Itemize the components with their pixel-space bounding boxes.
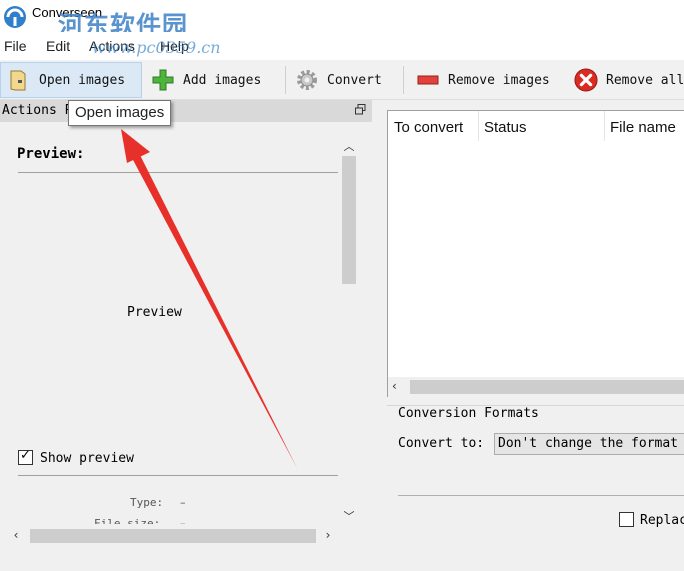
remove-images-button[interactable]: Remove images xyxy=(416,62,566,98)
minus-icon xyxy=(416,68,440,92)
open-images-label: Open images xyxy=(39,72,126,88)
show-preview-checkbox[interactable]: ✓ xyxy=(18,448,33,465)
remove-all-x-icon xyxy=(574,68,598,92)
replace-checkbox[interactable] xyxy=(619,512,634,527)
chevron-right-icon[interactable]: › xyxy=(320,528,336,542)
title-bar: Converseen 河东软件园 xyxy=(0,0,684,40)
remove-all-label: Remove all xyxy=(606,72,684,88)
file-size-label: File size: xyxy=(94,517,161,524)
scrollbar-thumb[interactable] xyxy=(410,380,684,394)
type-label: Type: xyxy=(130,496,164,509)
replace-label: Replac xyxy=(640,513,684,528)
toolbar: Open images Add images Convert Remove im… xyxy=(0,60,684,100)
preview-placeholder: Preview xyxy=(127,305,182,320)
divider xyxy=(18,172,338,173)
dock-float-icon[interactable] xyxy=(355,104,366,115)
preview-vertical-scrollbar[interactable]: ︿ ﹀ xyxy=(340,136,358,524)
add-images-button[interactable]: Add images xyxy=(151,62,277,98)
column-header-to-convert[interactable]: To convert xyxy=(394,119,463,136)
gear-icon xyxy=(295,68,319,92)
watermark-url: www.pc0359.cn xyxy=(92,38,221,57)
chevron-down-icon[interactable]: ﹀ xyxy=(340,508,358,524)
open-images-button[interactable]: Open images xyxy=(0,62,142,98)
convert-button[interactable]: Convert xyxy=(295,62,395,98)
type-value: – xyxy=(180,496,186,509)
preview-heading: Preview: xyxy=(17,146,85,162)
toolbar-separator xyxy=(285,66,286,94)
format-select[interactable]: Don't change the format xyxy=(494,433,684,455)
chevron-up-icon[interactable]: ︿ xyxy=(340,138,358,154)
add-plus-icon xyxy=(151,68,175,92)
open-folder-icon xyxy=(7,68,31,92)
preview-horizontal-scrollbar[interactable]: ‹ › xyxy=(8,526,340,546)
column-separator xyxy=(478,111,479,141)
checkmark-icon: ✓ xyxy=(20,448,31,463)
remove-images-label: Remove images xyxy=(448,72,550,88)
convert-to-label: Convert to: xyxy=(398,436,485,451)
column-header-file-name[interactable]: File name xyxy=(610,119,676,136)
menu-file[interactable]: File xyxy=(4,38,27,54)
table-horizontal-scrollbar[interactable]: ‹ xyxy=(388,377,684,397)
divider xyxy=(18,475,338,476)
column-header-status[interactable]: Status xyxy=(484,119,527,136)
divider xyxy=(398,495,684,496)
scrollbar-thumb[interactable] xyxy=(30,529,316,543)
file-table[interactable]: To convert Status File name ‹ xyxy=(387,110,684,397)
conversion-formats-title: Conversion Formats xyxy=(395,406,542,421)
show-preview-label: Show preview xyxy=(40,451,134,466)
chevron-left-icon[interactable]: ‹ xyxy=(392,379,397,393)
toolbar-separator xyxy=(403,66,404,94)
actions-panel-header: Actions P xyxy=(0,100,372,122)
convert-label: Convert xyxy=(327,72,382,88)
scrollbar-thumb[interactable] xyxy=(342,156,356,284)
add-images-label: Add images xyxy=(183,72,262,88)
column-separator xyxy=(604,111,605,141)
actions-panel-title: Actions P xyxy=(2,103,73,118)
chevron-left-icon[interactable]: ‹ xyxy=(8,528,24,542)
file-size-value: – xyxy=(180,517,186,524)
open-images-tooltip: Open images xyxy=(68,100,172,126)
app-logo-icon xyxy=(4,6,26,28)
remove-all-button[interactable]: Remove all xyxy=(574,62,684,98)
menu-edit[interactable]: Edit xyxy=(46,38,70,54)
